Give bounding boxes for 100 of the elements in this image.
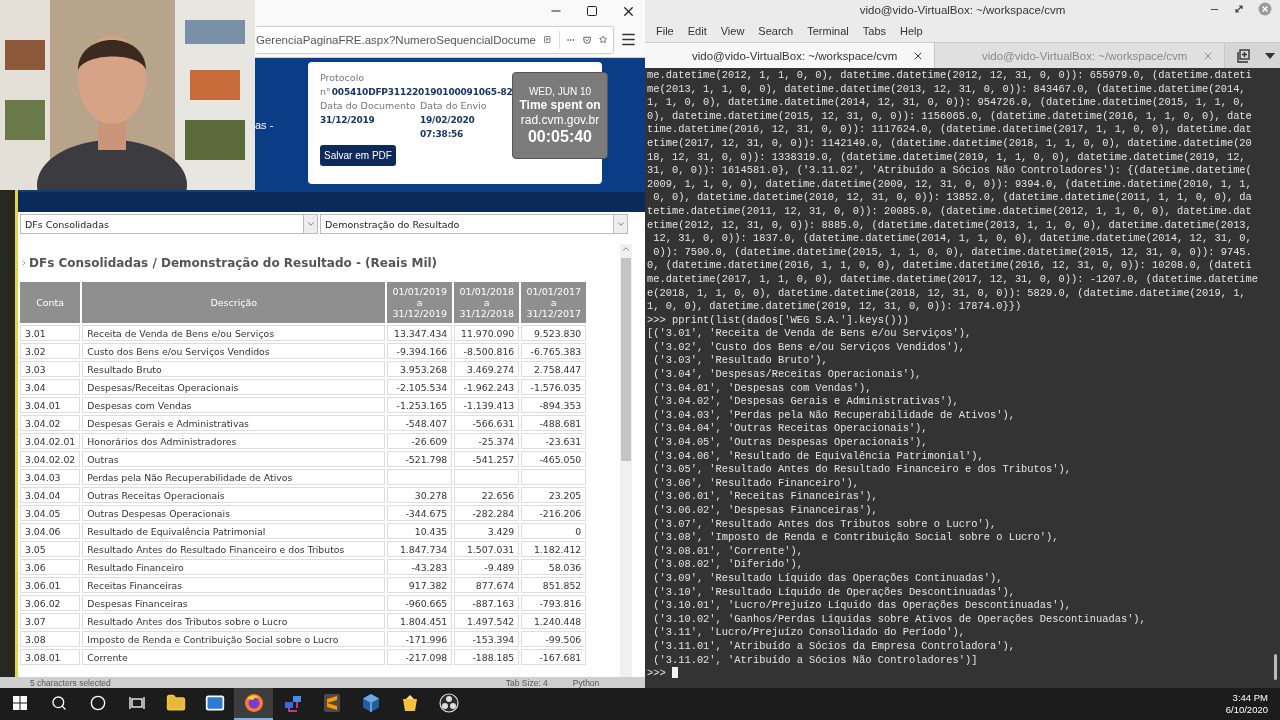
terminal-line: ('3.06', 'Resultado Financeiro'), [652, 476, 859, 491]
description-cell: Despesas com Vendas [82, 397, 386, 413]
windows-icon [12, 696, 27, 710]
description-cell: Corrente [82, 649, 386, 665]
menu-icon[interactable] [620, 31, 637, 48]
description-cell: Despesas Gerais e Administrativas [82, 415, 386, 431]
menu-item[interactable]: Help [894, 23, 929, 39]
protocol-label: Protocolo [320, 72, 366, 83]
terminal-line: [('3.01', 'Receita de Venda de Bens e/ou Serviços'), [647, 327, 972, 341]
dropdown-select[interactable]: DFs Consolidadas [20, 214, 318, 234]
terminal-line: 0), datetime.datetime(2015, 12, 31, 0, 0)): 1156065.0, (datetime.datetime(2016, 1, 1, 0, 0), date [647, 109, 1252, 124]
value-cell: 1.182.412 [521, 541, 587, 557]
terminal-line: ('3.04.01', 'Despesas com Vendas'), [652, 381, 872, 396]
value-cell: -541.257 [454, 451, 520, 467]
account-cell: 3.05 [20, 541, 81, 557]
value-cell: 877.674 [454, 577, 520, 593]
address-field[interactable]: GerenciaPaginaFRE.aspx?NumeroSequencialDocume [256, 25, 614, 54]
account-cell: 3.06.01 [20, 577, 81, 593]
description-cell: Receitas Financeiras [82, 577, 386, 593]
timer-site: rad.cvm.gov.br [520, 112, 600, 127]
value-cell: -6.765.383 [521, 343, 587, 359]
description-cell: Outras Receitas Operacionais [82, 487, 386, 503]
terminal-line: ('3.10', 'Resultado Líquido de Operações Descontinuadas'), [652, 585, 1015, 600]
scrollbar-thumb[interactable] [1274, 654, 1277, 680]
description-cell: Resultado Antes do Resultado Financeiro e dos Tributos [82, 541, 386, 557]
value-cell: -23.631 [521, 433, 587, 449]
search-icon [50, 695, 67, 711]
description-cell: Outras [82, 451, 386, 467]
dropdown-select[interactable]: Demonstração do Resultado [320, 214, 628, 234]
scrollbar-thumb[interactable] [621, 258, 631, 461]
value-cell: 3.429 [454, 523, 520, 539]
account-cell: 3.01 [20, 325, 81, 341]
value-cell: -1.576.035 [521, 379, 587, 395]
account-cell: 3.04.03 [20, 469, 81, 485]
terminal-line: ('3.09', 'Resultado Líquido das Operações Continuadas'), [652, 571, 1003, 586]
menu-item[interactable]: File [650, 23, 680, 39]
maximize-icon[interactable] [1234, 4, 1244, 14]
value-cell: -344.675 [387, 505, 453, 521]
column-header: 01/01/2018 a 31/12/2018 [454, 282, 520, 323]
description-cell: Resultado de Equivalência Patrimonial [82, 523, 386, 539]
value-cell: 9.523.830 [521, 325, 587, 341]
terminal-line: e(2018, 1, 1, 0, 0), datetime.datetime(2018, 12, 31, 0, 0)): 5829.0, (datetime.datetime(2019, 1, [647, 286, 1246, 301]
terminal-line: etime(2012, 12, 31, 0, 0)): 8885.0, (datetime.datetime(2013, 1, 1, 0, 0), datetime.datetime(2013, [647, 218, 1252, 233]
account-cell: 3.04.04 [20, 487, 81, 503]
column-header: Conta [20, 282, 81, 323]
save-pdf-button[interactable]: Salvar em PDF [320, 145, 396, 166]
account-cell: 3.08.01 [20, 649, 81, 665]
menu-item[interactable]: View [714, 23, 751, 39]
terminal-line: me.datetime(2012, 1, 1, 0, 0), datetime.datetime(2012, 12, 31, 0, 0)): 655979.0, (datetime.dateti [647, 69, 1252, 83]
value-cell: 13.347.434 [387, 325, 453, 341]
menu-item[interactable]: Terminal [801, 23, 855, 39]
account-cell: 3.07 [20, 613, 81, 629]
description-cell: Outras Despesas Operacionais [82, 505, 386, 521]
terminal-line: >>> pprint(list(dados['WEG S.A.'].keys())) [647, 313, 909, 328]
value-cell: 1.847.734 [387, 541, 453, 557]
terminal-line: ('3.11.01', 'Atribuído a Sócios da Empresa Controladora'), [652, 639, 1015, 654]
value-cell: -26.609 [387, 433, 453, 449]
send-date: 19/02/2020 [420, 115, 475, 125]
account-cell: 3.04.02 [20, 415, 81, 431]
terminal-line: 31, 0, 0)): 1614581.0}, ('3.11.02', 'Atribuído a Sócios Não Controladores'): {(datetime.datetime( [647, 164, 1252, 178]
description-cell: Despesas Financeiras [82, 595, 386, 611]
menu-item[interactable]: Tabs [856, 23, 893, 39]
terminal-line: ('3.10.02', 'Ganhos/Perdas Líquidas sobre Ativos de Operações Descontinuadas'), [652, 612, 1146, 627]
value-cell: -566.631 [454, 415, 520, 431]
terminal-line: 18, 12, 31, 0, 0)): 1338319.0, (datetime.datetime(2019, 1, 1, 0, 0), datetime.datetime(2019, 12, [647, 150, 1246, 165]
value-cell: -153.394 [454, 631, 520, 647]
new-tab-icon[interactable] [1235, 47, 1251, 64]
editor-icon [322, 693, 341, 713]
maximize-icon[interactable] [586, 5, 598, 17]
value-cell: -25.374 [454, 433, 520, 449]
value-cell: 1.240.448 [521, 613, 587, 629]
column-header: 01/01/2019 a 31/12/2019 [387, 282, 453, 323]
recorder-icon [438, 693, 459, 713]
folder-icon [165, 693, 186, 713]
terminal-tab[interactable]: vido@vido-VirtualBox: ~/workspace/cvm [645, 43, 935, 68]
column-header: 01/01/2017 a 31/12/2017 [521, 282, 587, 323]
description-cell: Perdas pela Não Recuperabilidade de Ativos [82, 469, 386, 485]
terminal-line: ('3.04.04', 'Outras Receitas Operacionais'), [652, 422, 928, 437]
terminal-line: 0, 0), datetime.datetime(2010, 12, 31, 0, 0)): 13852.0, (datetime.datetime(2011, 1, 1, 0, 0), da [652, 191, 1252, 205]
dropdown-arrow-icon[interactable] [1265, 52, 1275, 59]
value-cell: -960.665 [387, 595, 453, 611]
account-cell: 3.04 [20, 379, 81, 395]
description-cell: Resultado Financeiro [82, 559, 386, 575]
scrollbar[interactable] [620, 244, 632, 677]
value-cell: -1.253.165 [387, 397, 453, 413]
section-title: DFs Consolidadas / Demonstração do Resultado - (Reais Mil) [29, 256, 438, 270]
clock[interactable]: 3:44 PM 6/10/2020 [1225, 688, 1280, 720]
chevron-right-icon [20, 259, 28, 267]
more-icon[interactable] [567, 37, 575, 42]
menu-item[interactable]: Search [752, 23, 800, 39]
column-header: Descrição [82, 282, 386, 323]
task-view-icon [128, 696, 145, 710]
value-cell: -894.353 [521, 397, 587, 413]
terminal-line: ('3.08.02', 'Diferido'), [652, 558, 803, 572]
menu-item[interactable]: Edit [681, 23, 713, 39]
account-cell: 3.04.02.02 [20, 451, 81, 467]
send-time: 07:38:56 [420, 129, 464, 139]
account-cell: 3.04.06 [20, 523, 81, 539]
reader-view-icon[interactable] [544, 33, 551, 46]
terminal-line: ('3.04.03', 'Perdas pela Não Recuperabilidade de Ativos'), [652, 408, 1015, 423]
